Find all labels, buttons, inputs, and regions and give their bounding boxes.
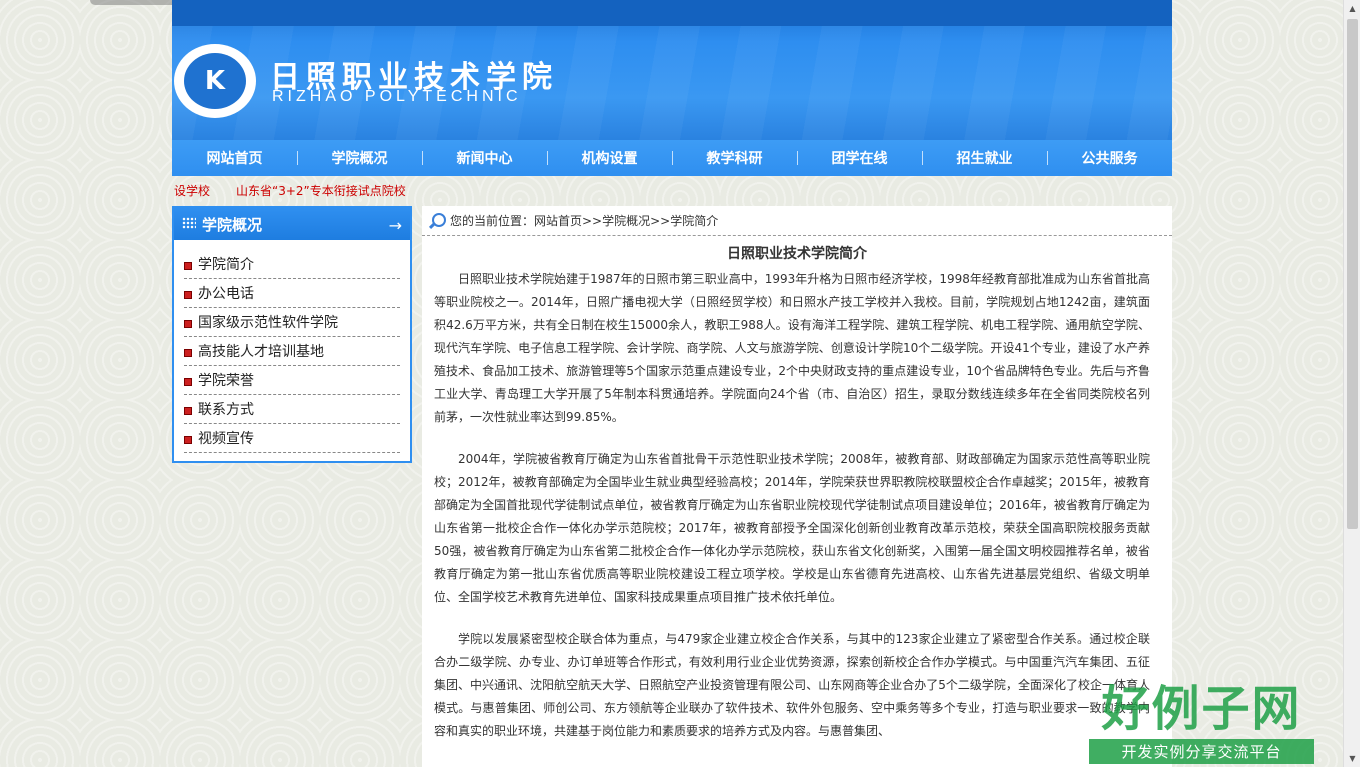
sidebar-list: 学院简介 办公电话 国家级示范性软件学院 高技能人才培训基地 学院荣誉 联系方式… (174, 240, 410, 461)
marquee-item[interactable]: 山东省“3+2”专本衔接试点院校 (236, 182, 406, 199)
logo-mark: K (184, 53, 246, 109)
article-paragraph: 2004年，学院被省教育厅确定为山东省首批骨干示范性职业技术学院；2008年，被… (434, 452, 1150, 604)
nav-item-news[interactable]: 新闻中心 (422, 140, 547, 176)
sidebar-item-intro[interactable]: 学院简介 (184, 250, 400, 279)
marquee-item[interactable]: 设学校 (174, 182, 210, 199)
bullet-icon (184, 407, 192, 415)
sidebar-item-label: 办公电话 (198, 286, 254, 302)
sidebar-item-video[interactable]: 视频宣传 (184, 424, 400, 453)
school-name-en: RIZHAO POLYTECHNIC (272, 88, 522, 105)
sidebar-item-label: 视频宣传 (198, 431, 254, 447)
main-nav: 网站首页 学院概况 新闻中心 机构设置 教学科研 团学在线 招生就业 公共服务 (172, 140, 1172, 176)
sidebar-item-contact[interactable]: 联系方式 (184, 395, 400, 424)
site-header: K 日照职业技术学院 RIZHAO POLYTECHNIC (172, 0, 1172, 140)
nav-item-teaching[interactable]: 教学科研 (672, 140, 797, 176)
sidebar-item-label: 学院简介 (198, 257, 254, 273)
article-title: 日照职业技术学院简介 (727, 246, 867, 262)
news-marquee: 设学校 山东省“3+2”专本衔接试点院校 (172, 176, 1172, 204)
vertical-scrollbar[interactable]: ▲ ▼ (1343, 0, 1360, 767)
grid-icon (182, 217, 196, 229)
nav-item-students[interactable]: 团学在线 (797, 140, 922, 176)
arrow-right-icon: → (388, 216, 402, 235)
sidebar-item-label: 学院荣誉 (198, 373, 254, 389)
sidebar-item-honors[interactable]: 学院荣誉 (184, 366, 400, 395)
sidebar-header: 学院概况 → (174, 208, 410, 240)
header-top-bar (172, 0, 1172, 26)
page-wrapper: K 日照职业技术学院 RIZHAO POLYTECHNIC 网站首页 学院概况 … (172, 0, 1172, 767)
bullet-icon (184, 349, 192, 357)
sidebar-item-training-base[interactable]: 高技能人才培训基地 (184, 337, 400, 366)
sidebar-title: 学院概况 (202, 215, 263, 234)
sidebar-item-label: 高技能人才培训基地 (198, 344, 324, 360)
sidebar-item-label: 联系方式 (198, 402, 254, 418)
bullet-icon (184, 262, 192, 270)
sidebar-item-phone[interactable]: 办公电话 (184, 279, 400, 308)
article-paragraph: 学院以发展紧密型校企联合体为重点，与479家企业建立校企合作关系，与其中的123… (434, 632, 1150, 738)
article-paragraph: 日照职业技术学院始建于1987年的日照市第三职业高中，1993年升格为日照市经济… (434, 272, 1150, 424)
breadcrumb-text[interactable]: 您的当前位置：网站首页>>学院概况>>学院简介 (450, 212, 718, 229)
nav-item-admission[interactable]: 招生就业 (922, 140, 1047, 176)
search-icon (428, 212, 446, 230)
bullet-icon (184, 378, 192, 386)
sidebar-item-label: 国家级示范性软件学院 (198, 315, 338, 331)
breadcrumb: 您的当前位置：网站首页>>学院概况>>学院简介 (422, 206, 1172, 236)
scroll-thumb[interactable] (1347, 19, 1358, 529)
sidebar: 学院概况 → 学院简介 办公电话 国家级示范性软件学院 高技能人才培训基地 学院… (172, 206, 412, 463)
article-body: 日照职业技术学院始建于1987年的日照市第三职业高中，1993年升格为日照市经济… (422, 268, 1172, 743)
nav-item-departments[interactable]: 机构设置 (547, 140, 672, 176)
bullet-icon (184, 320, 192, 328)
sidebar-item-software-school[interactable]: 国家级示范性软件学院 (184, 308, 400, 337)
nav-item-about[interactable]: 学院概况 (297, 140, 422, 176)
bullet-icon (184, 436, 192, 444)
scroll-up-arrow-icon[interactable]: ▲ (1344, 0, 1360, 17)
school-logo[interactable]: K (174, 44, 256, 118)
nav-item-services[interactable]: 公共服务 (1047, 140, 1172, 176)
nav-item-home[interactable]: 网站首页 (172, 140, 297, 176)
bullet-icon (184, 291, 192, 299)
main-content: 您的当前位置：网站首页>>学院概况>>学院简介 日照职业技术学院简介 日照职业技… (422, 206, 1172, 767)
scroll-down-arrow-icon[interactable]: ▼ (1344, 750, 1360, 767)
